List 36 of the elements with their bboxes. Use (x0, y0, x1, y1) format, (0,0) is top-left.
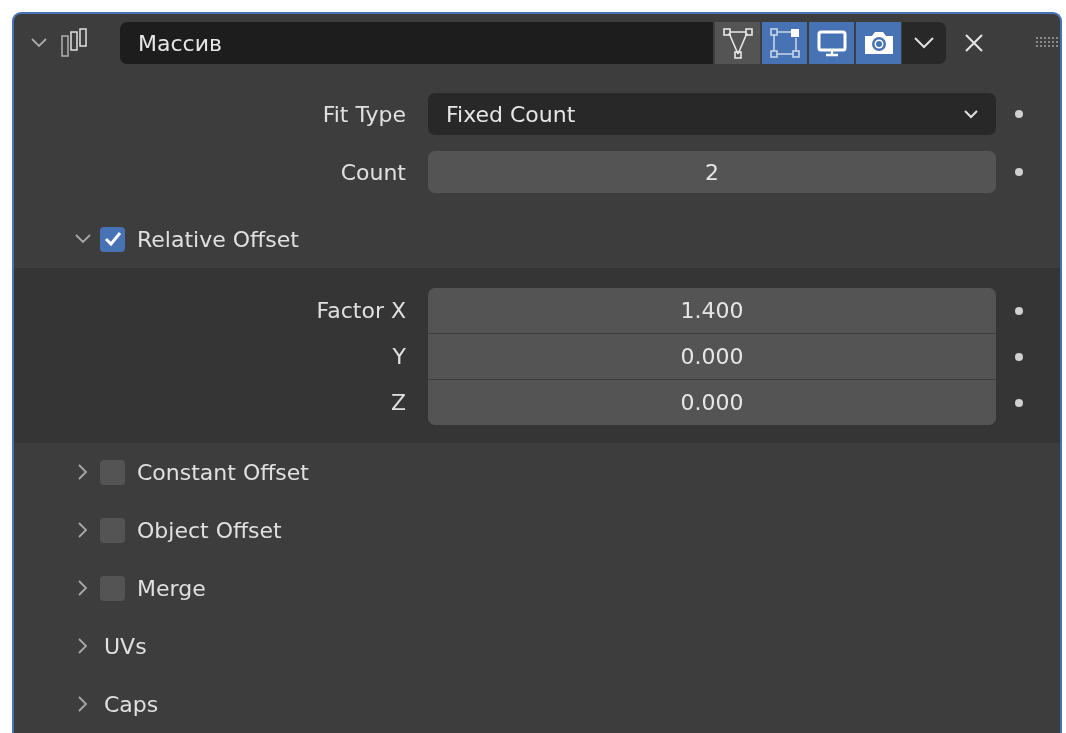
section-label[interactable]: Object Offset (137, 517, 282, 543)
visibility-toggle[interactable] (856, 22, 901, 64)
number-field[interactable]: 1.400 (428, 288, 996, 333)
property-label: Y (391, 344, 406, 369)
animate-dot-icon[interactable] (1014, 397, 1024, 408)
chevron-down-icon (964, 109, 978, 120)
drag-handle-icon[interactable] (1036, 37, 1060, 49)
property-label: Fit Type (321, 101, 406, 127)
modifier-name-field[interactable]: Массив (120, 22, 713, 64)
animate-dot-icon[interactable] (1014, 167, 1024, 178)
edit-cage-icon (767, 26, 802, 60)
number-field[interactable]: 2 (428, 151, 996, 194)
number-field[interactable]: 0.000 (428, 380, 996, 425)
array-bars-icon (60, 28, 90, 58)
visibility-toggle[interactable] (762, 22, 807, 64)
vertex-triangle-icon (720, 26, 755, 60)
dropdown-field[interactable]: Fixed Count (428, 93, 996, 136)
animate-dot-icon[interactable] (1014, 305, 1024, 316)
section-label[interactable]: UVs (104, 633, 147, 659)
animate-dot-icon[interactable] (1014, 109, 1024, 120)
visibility-toggle[interactable] (715, 22, 760, 64)
close-icon (964, 33, 984, 53)
chevron-down-icon (913, 36, 935, 50)
animate-dot-icon[interactable] (1014, 351, 1024, 362)
property-label: Count (339, 159, 406, 185)
section-label[interactable]: Merge (137, 575, 206, 601)
property-label: Z (389, 390, 406, 415)
number-field[interactable]: 0.000 (428, 334, 996, 379)
property-label: Factor X (315, 298, 406, 323)
checkbox[interactable] (100, 226, 125, 252)
visibility-toggle[interactable] (809, 22, 854, 64)
section-label[interactable]: Relative Offset (137, 226, 299, 252)
checkmark-icon (103, 231, 122, 247)
dropdown-button[interactable] (902, 22, 946, 64)
section-label[interactable]: Caps (104, 691, 159, 717)
section-label[interactable]: Constant Offset (137, 459, 309, 485)
